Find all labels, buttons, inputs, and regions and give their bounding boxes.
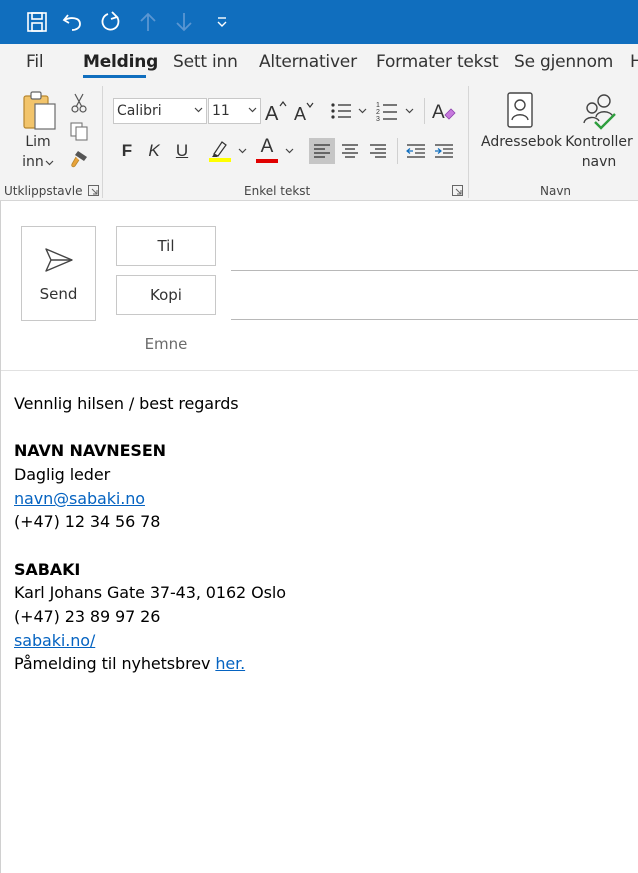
names-group-label: Navn bbox=[540, 184, 572, 198]
tab-hjelp[interactable]: H bbox=[630, 52, 638, 72]
svg-text:2: 2 bbox=[376, 109, 380, 116]
align-left-icon bbox=[314, 144, 330, 158]
align-center-button[interactable] bbox=[337, 138, 363, 164]
tab-se-gjennom[interactable]: Se gjennom bbox=[514, 52, 613, 72]
align-right-icon bbox=[370, 144, 386, 158]
tab-formater-tekst[interactable]: Formater tekst bbox=[376, 52, 499, 72]
increase-indent-icon bbox=[435, 144, 453, 158]
shrink-font-icon[interactable]: A bbox=[292, 98, 316, 124]
previous-item-icon[interactable] bbox=[134, 8, 162, 36]
basic-text-group-label: Enkel tekst bbox=[244, 184, 311, 198]
paste-dropdown-icon[interactable] bbox=[45, 160, 54, 166]
clipboard-launcher-icon[interactable] bbox=[88, 185, 99, 196]
basic-text-launcher-icon[interactable] bbox=[452, 185, 463, 196]
signature-website-link[interactable]: sabaki.no/ bbox=[14, 631, 95, 650]
tab-fil[interactable]: Fil bbox=[26, 52, 44, 72]
divider bbox=[424, 98, 425, 124]
grow-font-icon[interactable]: A bbox=[264, 98, 288, 124]
check-names-label-1[interactable]: Kontroller bbox=[563, 134, 635, 150]
bullets-dropdown-icon[interactable] bbox=[358, 108, 367, 114]
signature-address: Karl Johans Gate 37-43, 0162 Oslo bbox=[14, 583, 286, 602]
customize-toolbar-icon[interactable] bbox=[208, 8, 236, 36]
signature-title: Daglig leder bbox=[14, 465, 111, 484]
to-field[interactable] bbox=[231, 270, 638, 271]
signature-phone: (+47) 12 34 56 78 bbox=[14, 512, 161, 531]
send-label: Send bbox=[39, 285, 78, 303]
divider bbox=[397, 138, 398, 164]
group-separator bbox=[102, 86, 103, 198]
window-border bbox=[0, 201, 1, 873]
subject-label: Emne bbox=[144, 335, 188, 353]
svg-text:A: A bbox=[432, 102, 445, 123]
bullets-icon[interactable] bbox=[328, 98, 354, 124]
undo-icon[interactable] bbox=[59, 8, 87, 36]
font-color-swatch bbox=[256, 158, 278, 163]
svg-text:3: 3 bbox=[376, 116, 380, 122]
redo-icon[interactable] bbox=[97, 8, 125, 36]
clipboard-group-label: Utklippstavle bbox=[4, 184, 83, 198]
paste-icon[interactable] bbox=[20, 90, 60, 132]
cc-button[interactable]: Kopi bbox=[116, 275, 216, 315]
to-button[interactable]: Til bbox=[116, 226, 216, 266]
align-left-button[interactable] bbox=[309, 138, 335, 164]
tab-alternativer[interactable]: Alternativer bbox=[259, 52, 357, 72]
newsletter-link[interactable]: her. bbox=[215, 654, 245, 673]
decrease-indent-button[interactable] bbox=[403, 138, 429, 164]
save-icon[interactable] bbox=[23, 8, 51, 36]
clear-formatting-icon[interactable]: A bbox=[430, 98, 458, 124]
tab-melding[interactable]: Melding bbox=[83, 52, 158, 72]
paste-label-2[interactable]: inn bbox=[18, 154, 48, 170]
numbering-icon[interactable]: 123 bbox=[374, 98, 400, 124]
check-names-label-2[interactable]: navn bbox=[563, 154, 635, 170]
align-right-button[interactable] bbox=[365, 138, 391, 164]
send-icon bbox=[45, 248, 73, 272]
title-bar bbox=[0, 0, 638, 44]
svg-text:1: 1 bbox=[376, 102, 380, 109]
format-painter-icon[interactable] bbox=[68, 148, 90, 170]
highlight-dropdown-icon[interactable] bbox=[238, 148, 247, 154]
signature-name: NAVN NAVNESEN bbox=[14, 441, 166, 460]
newsletter-text: Påmelding til nyhetsbrev bbox=[14, 654, 216, 673]
paste-label-1[interactable]: Lim bbox=[18, 134, 58, 150]
svg-text:A: A bbox=[265, 103, 279, 123]
decrease-indent-icon bbox=[406, 144, 425, 158]
next-item-icon[interactable] bbox=[170, 8, 198, 36]
font-size-value: 11 bbox=[212, 103, 230, 119]
copy-icon[interactable] bbox=[68, 120, 90, 142]
underline-button[interactable]: U bbox=[169, 138, 195, 164]
address-book-icon[interactable] bbox=[503, 90, 537, 130]
signature-email-link[interactable]: navn@sabaki.no bbox=[14, 489, 145, 508]
signature-greeting: Vennlig hilsen / best regards bbox=[14, 394, 239, 413]
svg-text:A: A bbox=[294, 104, 306, 123]
font-color-dropdown-icon[interactable] bbox=[285, 148, 294, 154]
bold-button[interactable]: F bbox=[114, 138, 140, 164]
numbering-dropdown-icon[interactable] bbox=[405, 108, 414, 114]
font-color-icon[interactable]: A bbox=[254, 137, 280, 163]
chevron-down-icon bbox=[248, 107, 257, 113]
cc-field[interactable] bbox=[231, 319, 638, 320]
active-tab-indicator bbox=[83, 75, 146, 78]
highlight-icon[interactable] bbox=[207, 137, 233, 163]
increase-indent-button[interactable] bbox=[431, 138, 457, 164]
font-name-combo[interactable]: Calibri bbox=[113, 98, 207, 124]
font-color-letter: A bbox=[260, 135, 274, 157]
group-separator bbox=[468, 86, 469, 198]
address-book-label[interactable]: Adressebok bbox=[481, 134, 562, 150]
send-button[interactable]: Send bbox=[21, 226, 96, 321]
font-size-combo[interactable]: 11 bbox=[208, 98, 261, 124]
italic-button[interactable]: K bbox=[141, 138, 167, 164]
signature-company: SABAKI bbox=[14, 560, 81, 579]
font-name-value: Calibri bbox=[117, 103, 162, 119]
align-center-icon bbox=[342, 144, 358, 158]
check-names-icon[interactable] bbox=[578, 90, 620, 132]
chevron-down-icon bbox=[194, 107, 203, 113]
tab-sett-inn[interactable]: Sett inn bbox=[173, 52, 238, 72]
cut-icon[interactable] bbox=[68, 92, 90, 114]
signature-company-phone: (+47) 23 89 97 26 bbox=[14, 607, 161, 626]
signature-newsletter: Påmelding til nyhetsbrev her. bbox=[14, 654, 245, 673]
